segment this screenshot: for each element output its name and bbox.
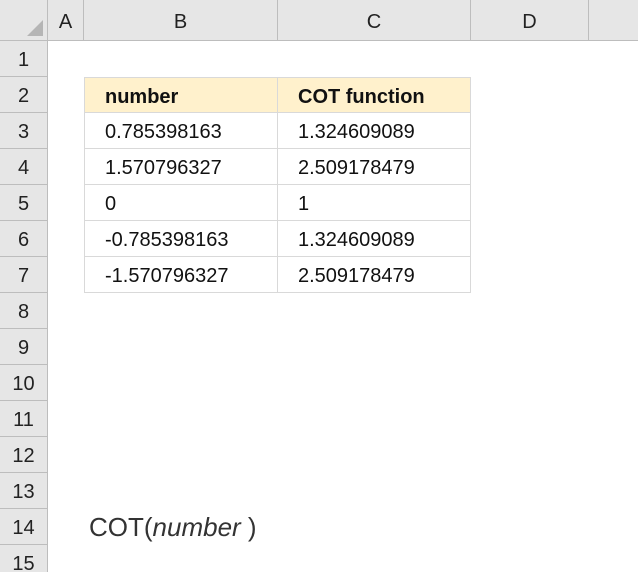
table-cell-number[interactable]: -1.570796327 (84, 257, 278, 293)
spreadsheet: A B C D 1 2 3 4 5 6 7 8 9 10 11 12 13 14… (0, 0, 638, 572)
row-header-4[interactable]: 4 (0, 149, 48, 185)
column-header-a[interactable]: A (48, 0, 84, 40)
row-header-13[interactable]: 13 (0, 473, 48, 509)
select-all-triangle-icon (27, 20, 43, 36)
row-header-14[interactable]: 14 (0, 509, 48, 545)
table-cell-cot[interactable]: 2.509178479 (278, 257, 471, 293)
row-header-11[interactable]: 11 (0, 401, 48, 437)
table-cell-cot[interactable]: 1.324609089 (278, 113, 471, 149)
row-header-15[interactable]: 15 (0, 545, 48, 572)
table-cell-number[interactable]: 0.785398163 (84, 113, 278, 149)
table-cell-cot[interactable]: 1 (278, 185, 471, 221)
column-header-bar: A B C D (0, 0, 638, 41)
table-header-number[interactable]: number (84, 77, 278, 113)
select-all-corner[interactable] (0, 0, 48, 40)
syntax-function-name: COT( (89, 512, 153, 542)
row-header-3[interactable]: 3 (0, 113, 48, 149)
row-header-12[interactable]: 12 (0, 437, 48, 473)
function-syntax: COT(number ) (89, 512, 257, 543)
row-header-10[interactable]: 10 (0, 365, 48, 401)
column-header-c[interactable]: C (278, 0, 471, 40)
table-cell-number[interactable]: 1.570796327 (84, 149, 278, 185)
table-cell-cot[interactable]: 2.509178479 (278, 149, 471, 185)
syntax-close-paren: ) (240, 512, 257, 542)
column-header-d[interactable]: D (471, 0, 589, 40)
row-header-6[interactable]: 6 (0, 221, 48, 257)
syntax-argument: number (152, 512, 241, 542)
row-header-9[interactable]: 9 (0, 329, 48, 365)
row-header-5[interactable]: 5 (0, 185, 48, 221)
row-header-1[interactable]: 1 (0, 41, 48, 77)
table-cell-number[interactable]: 0 (84, 185, 278, 221)
row-header-2[interactable]: 2 (0, 77, 48, 113)
column-header-b[interactable]: B (84, 0, 278, 40)
table-cell-cot[interactable]: 1.324609089 (278, 221, 471, 257)
column-header-e-partial[interactable] (589, 0, 638, 40)
table-cell-number[interactable]: -0.785398163 (84, 221, 278, 257)
row-header-8[interactable]: 8 (0, 293, 48, 329)
table-header-cot-function[interactable]: COT function (278, 77, 471, 113)
row-header-7[interactable]: 7 (0, 257, 48, 293)
